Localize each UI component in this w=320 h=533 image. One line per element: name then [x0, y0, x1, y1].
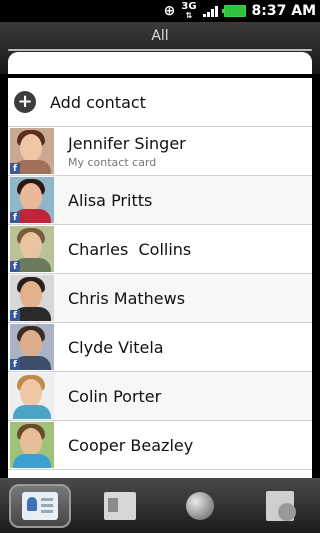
contact-row-chris-mathews[interactable]: f Chris Mathews — [8, 274, 312, 323]
contact-row-cooper-beazley[interactable]: Cooper Beazley — [8, 421, 312, 470]
contact-row-clyde-vitela[interactable]: f Clyde Vitela — [8, 323, 312, 372]
status-bar: ⊕ 3G ⇅ 8:37 AM — [0, 0, 320, 22]
status-time: 8:37 AM — [251, 3, 316, 19]
contact-row-colin-porter[interactable]: Colin Porter — [8, 372, 312, 421]
contact-row-charles-collins[interactable]: f Charles Collins — [8, 225, 312, 274]
avatar: f — [10, 226, 54, 272]
contact-row-alisa-pritts[interactable]: f Alisa Pritts — [8, 176, 312, 225]
contact-name: Cooper Beazley — [68, 435, 194, 455]
tab-online-directory[interactable] — [169, 484, 231, 528]
contact-subtitle: My contact card — [68, 155, 157, 169]
facebook-icon: f — [10, 261, 20, 272]
battery-icon — [221, 5, 246, 17]
list-top-edge — [8, 52, 312, 74]
header: All — [0, 22, 320, 74]
contact-row-jennifer-singer[interactable]: f Jennifer Singer My contact card — [8, 127, 312, 176]
avatar — [10, 422, 54, 468]
avatar — [10, 373, 54, 419]
add-contact-label: Add contact — [50, 92, 146, 112]
plus-icon: + — [14, 91, 36, 113]
facebook-icon: f — [10, 359, 20, 370]
contact-name: Chris Mathews — [68, 288, 186, 308]
gps-icon: ⊕ — [163, 3, 176, 19]
contact-name: Alisa Pritts — [68, 190, 153, 210]
facebook-icon: f — [10, 163, 20, 174]
add-contact-row[interactable]: + Add contact — [8, 78, 312, 127]
people-icon — [22, 491, 58, 520]
tab-groups[interactable] — [89, 484, 151, 528]
3g-icon: 3G ⇅ — [181, 1, 197, 21]
facebook-icon: f — [10, 212, 20, 223]
groups-icon — [104, 491, 136, 520]
contact-name: Jennifer Singer — [68, 133, 186, 153]
page-title[interactable]: All — [0, 28, 320, 44]
contact-name: Colin Porter — [68, 386, 162, 406]
signal-icon — [202, 5, 218, 17]
avatar: f — [10, 177, 54, 223]
tab-people[interactable] — [9, 483, 71, 528]
online-directory-icon — [186, 491, 214, 520]
avatar: f — [10, 128, 54, 174]
title-underline — [8, 49, 312, 51]
contact-name: Charles Collins — [68, 239, 192, 259]
network-type: 3G — [181, 1, 197, 12]
contact-name: Clyde Vitela — [68, 337, 164, 357]
contact-list[interactable]: + Add contact f Jennifer Singer My conta… — [8, 78, 312, 478]
bottom-tab-bar — [0, 478, 320, 533]
tab-call-history[interactable] — [249, 484, 311, 528]
avatar: f — [10, 275, 54, 321]
avatar: f — [10, 324, 54, 370]
call-history-icon — [266, 490, 296, 521]
facebook-icon: f — [10, 310, 20, 321]
